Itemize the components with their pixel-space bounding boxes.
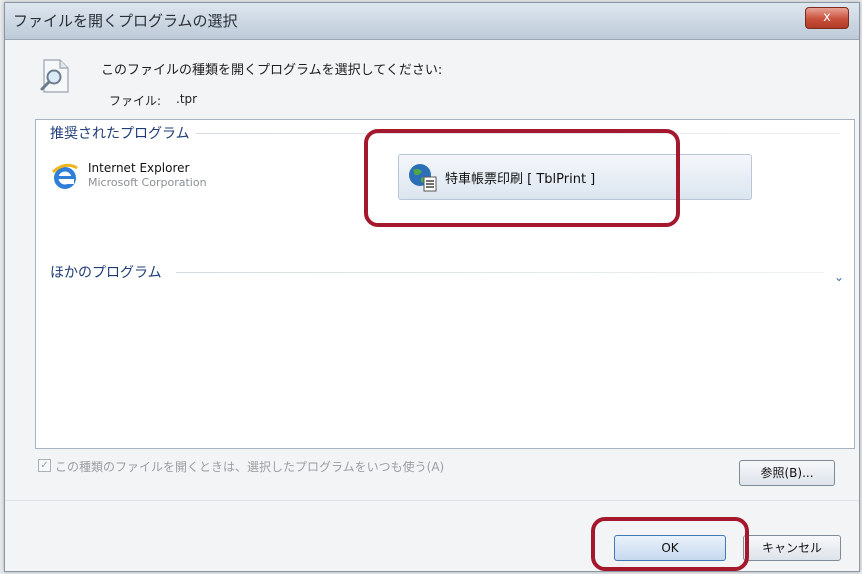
prompt-text: このファイルの種類を開くプログラムを選択してください: [101, 63, 443, 78]
title-bar: ファイルを開くプログラムの選択 x [5, 3, 859, 40]
other-programs-header[interactable]: ほかのプログラム [50, 262, 162, 282]
internet-explorer-icon [51, 163, 78, 189]
close-icon: x [823, 10, 831, 25]
recommended-programs-header: 推奨されたプログラム [50, 126, 190, 142]
chevron-down-icon[interactable]: ⌄ [834, 270, 844, 284]
file-extension-value: .tpr [176, 92, 198, 106]
highlight-annotation [591, 517, 749, 571]
always-use-label: この種類のファイルを開くときは、選択したプログラムをいつも使う(A) [55, 460, 445, 474]
program-list: 推奨されたプログラム Internet Explorer Microsoft C… [35, 119, 855, 449]
always-use-checkbox[interactable]: ✓ [38, 459, 51, 472]
highlight-annotation [364, 129, 680, 227]
program-item-internet-explorer[interactable]: Internet Explorer Microsoft Corporation [48, 158, 248, 194]
footer-divider [5, 500, 859, 501]
cancel-button[interactable]: キャンセル [743, 535, 841, 561]
search-file-icon [40, 59, 69, 93]
program-name: Internet Explorer [88, 161, 190, 175]
open-with-dialog: ファイルを開くプログラムの選択 x このファイルの種類を開くプログラムを選択して… [4, 2, 860, 572]
section-divider [176, 272, 824, 273]
browse-button[interactable]: 参照(B)... [739, 460, 835, 486]
program-company: Microsoft Corporation [88, 176, 207, 189]
file-label: ファイル: [109, 94, 162, 108]
dialog-title: ファイルを開くプログラムの選択 [13, 12, 238, 30]
close-button[interactable]: x [805, 7, 849, 29]
